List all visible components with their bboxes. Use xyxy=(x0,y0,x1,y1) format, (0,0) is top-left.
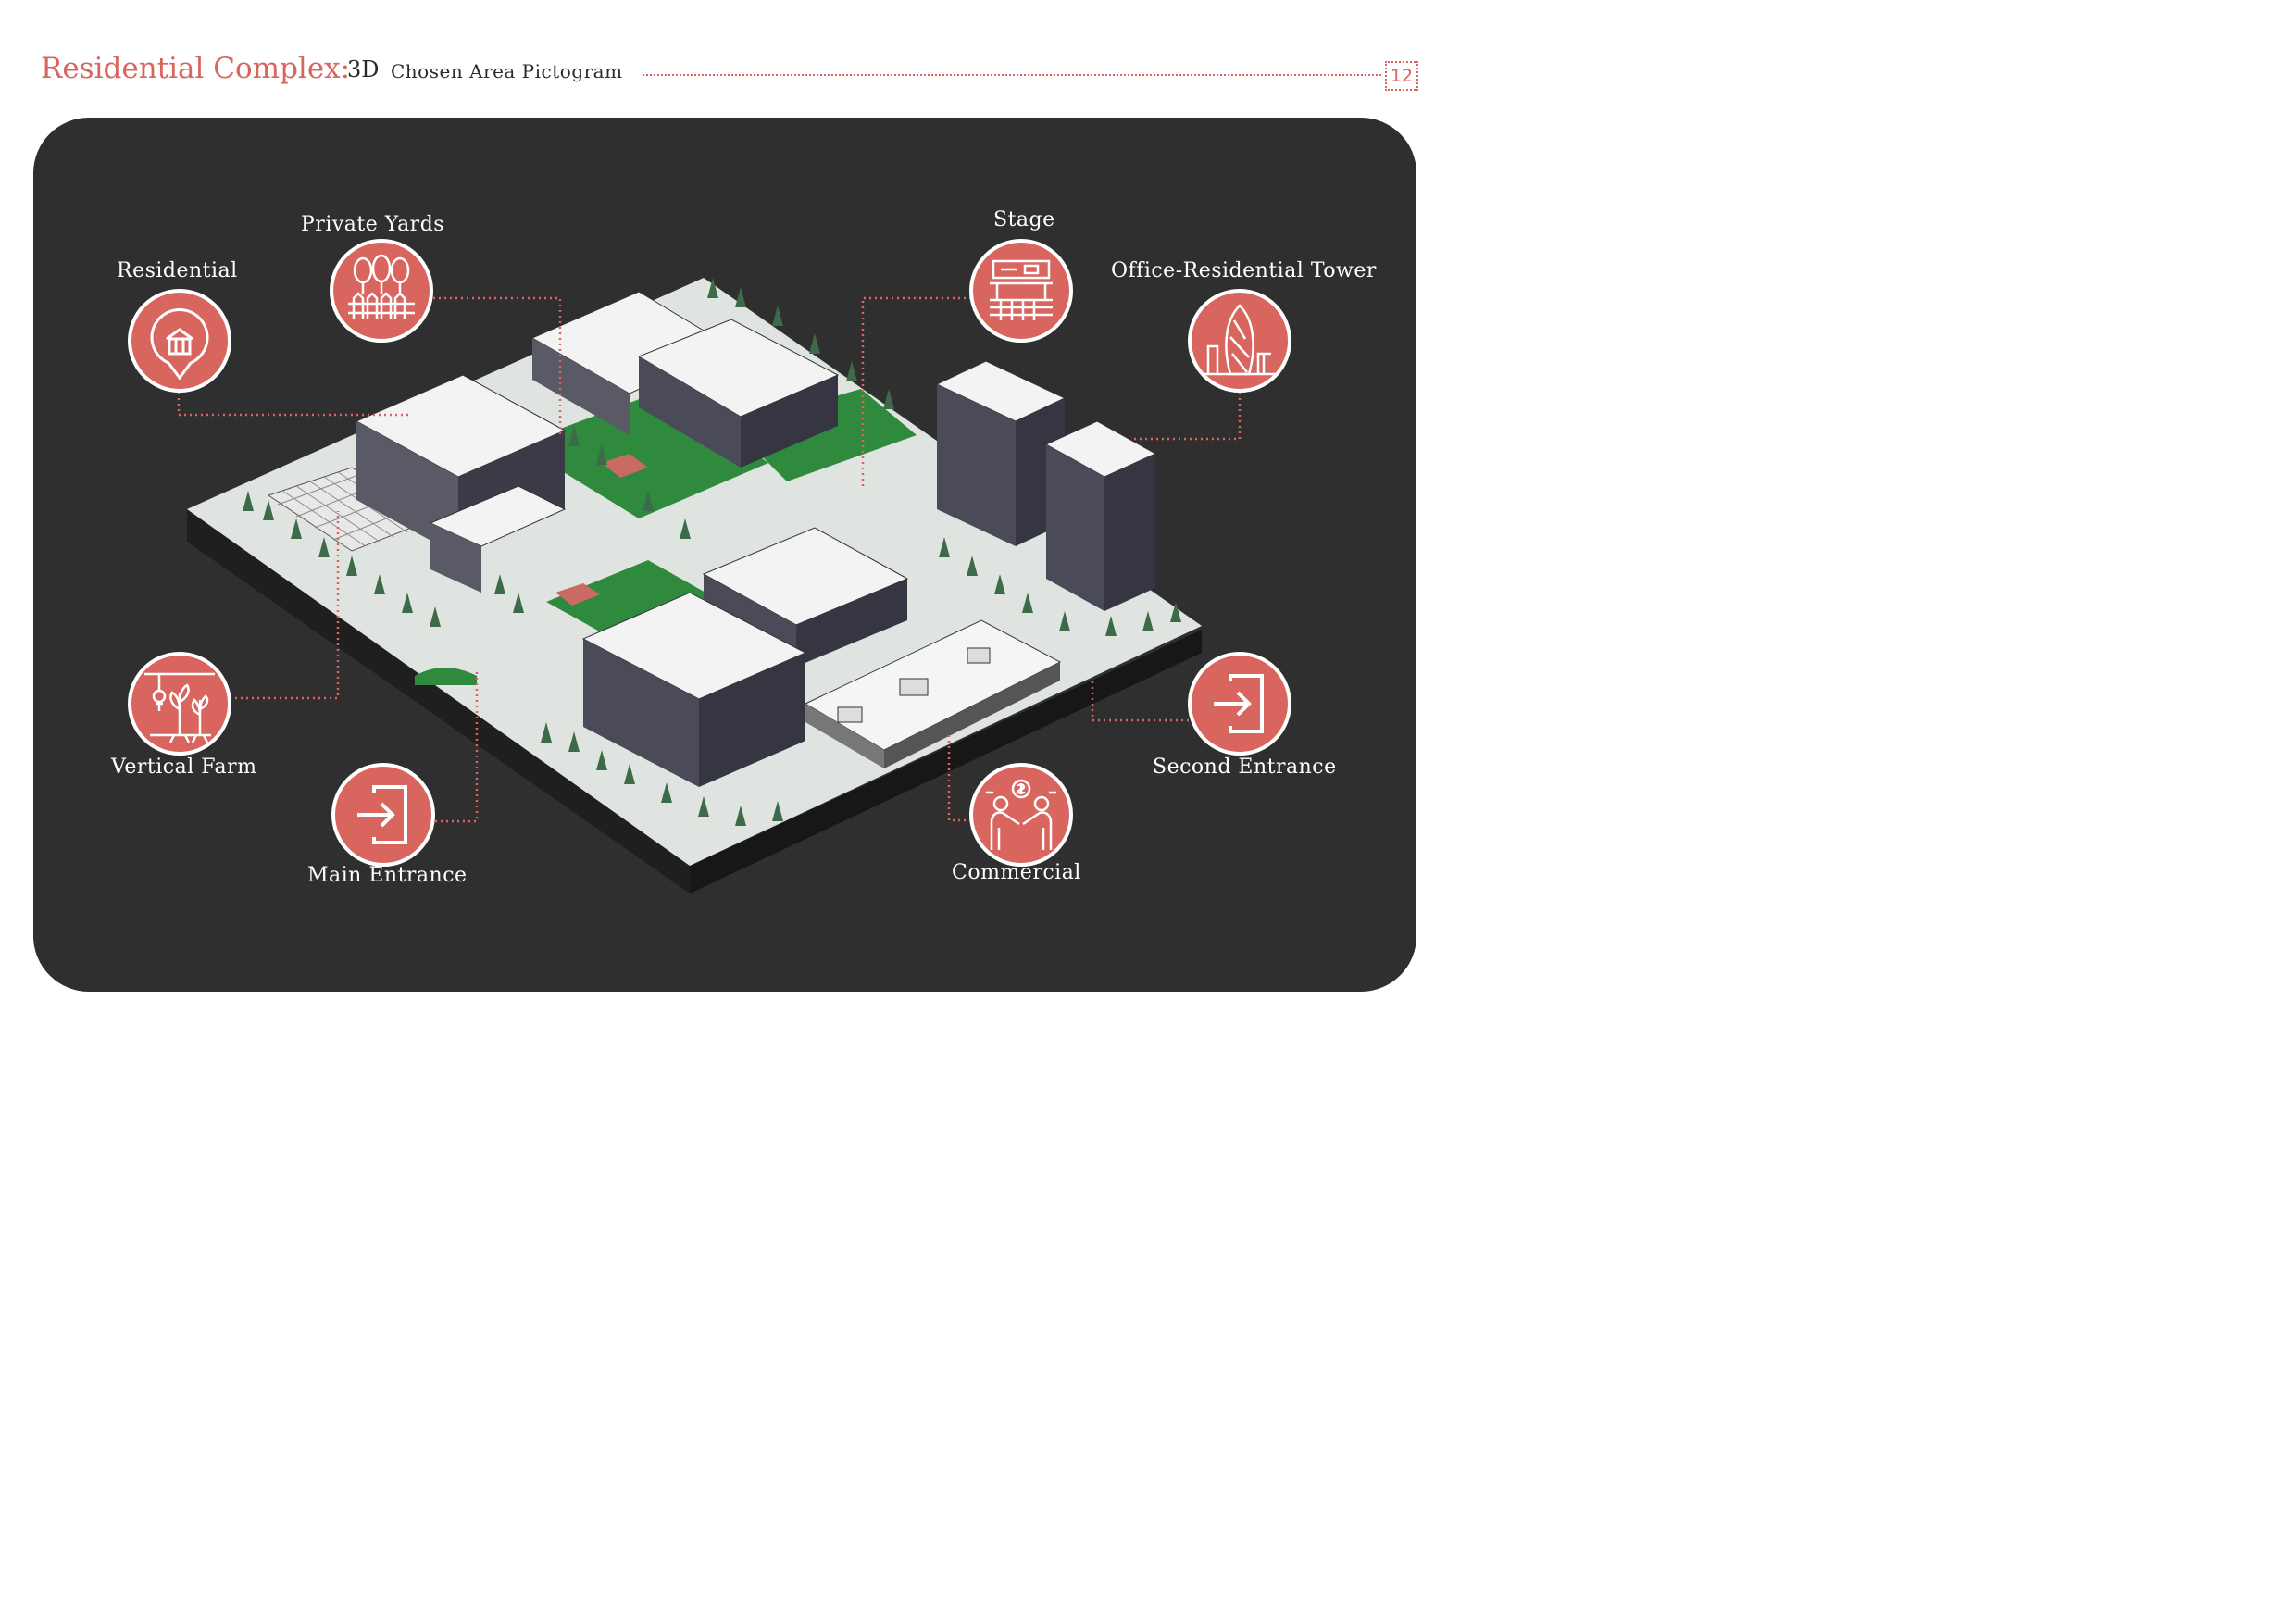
trees-fence-icon xyxy=(348,254,415,319)
handshake-dollar-icon xyxy=(986,779,1056,850)
callout-label-residential: Residential xyxy=(117,259,238,282)
commercial-callout xyxy=(969,763,1073,867)
callout-label-vertical-farm: Vertical Farm xyxy=(111,756,257,779)
stage-callout xyxy=(969,239,1073,343)
callout-label-main-entrance: Main Entrance xyxy=(307,864,468,887)
second-entrance-callout xyxy=(1188,652,1292,756)
isometric-site-model xyxy=(187,278,1202,893)
entrance-arrow-icon xyxy=(357,785,407,844)
skyscraper-icon xyxy=(1203,304,1277,376)
main-entrance-callout xyxy=(331,763,435,867)
vertical-farm-callout xyxy=(128,652,231,756)
private-yards-callout xyxy=(330,239,433,343)
home-pin-icon xyxy=(150,308,209,381)
residential-callout xyxy=(128,289,231,393)
entrance-arrow-icon xyxy=(1214,674,1264,733)
callout-label-stage: Stage xyxy=(993,208,1055,231)
plant-farm-icon xyxy=(144,672,215,743)
callout-label-commercial: Commercial xyxy=(952,861,1081,884)
callout-label-office-tower: Office-Residential Tower xyxy=(1111,259,1377,282)
stage-icon xyxy=(990,259,1053,320)
office-tower-callout xyxy=(1188,289,1292,393)
callout-label-second-entrance: Second Entrance xyxy=(1153,756,1337,779)
callout-label-private-yards: Private Yards xyxy=(301,213,445,236)
